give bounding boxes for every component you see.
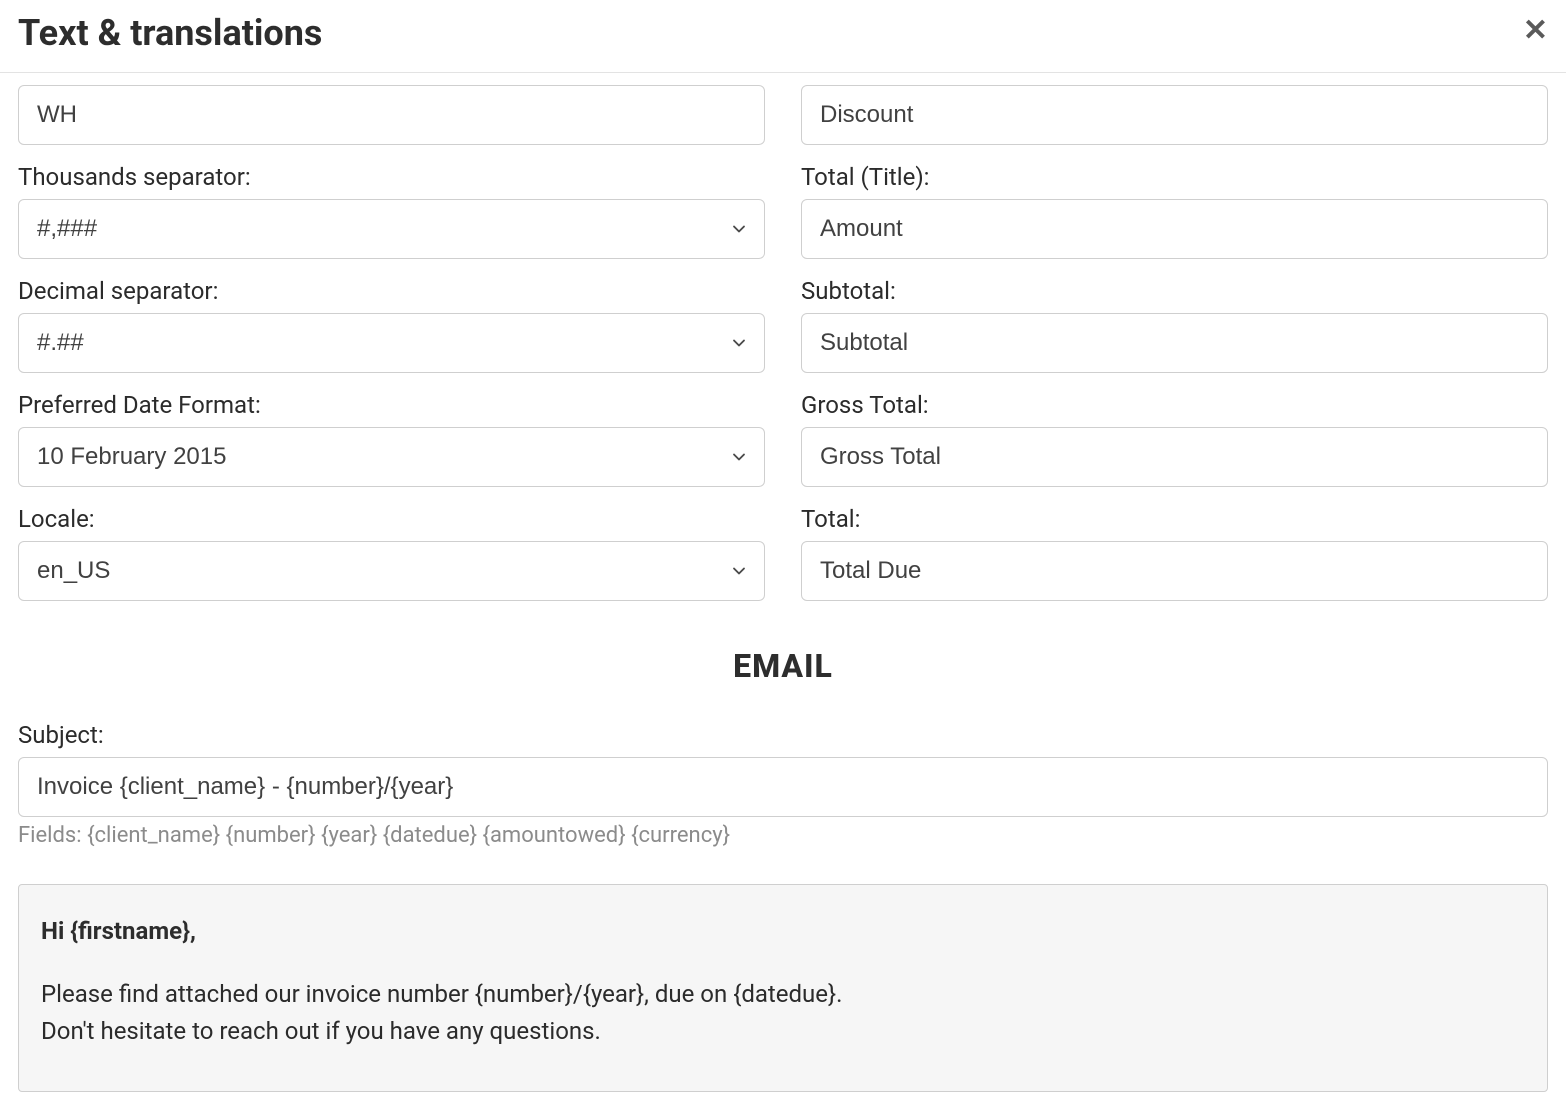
- subtotal-input[interactable]: [801, 313, 1548, 373]
- close-icon[interactable]: ✕: [1523, 12, 1548, 46]
- discount-input[interactable]: [801, 85, 1548, 145]
- subtotal-label: Subtotal:: [801, 277, 1548, 305]
- left-column: Thousands separator: #,### Decimal separ…: [18, 73, 765, 601]
- right-column: Total (Title): Subtotal: Gross Total: To…: [801, 73, 1548, 601]
- decimal-separator-label: Decimal separator:: [18, 277, 765, 305]
- total-title-label: Total (Title):: [801, 163, 1548, 191]
- email-fields-hint: Fields: {client_name} {number} {year} {d…: [18, 823, 1548, 848]
- thousands-separator-select[interactable]: #,###: [18, 199, 765, 259]
- locale-label: Locale:: [18, 505, 765, 533]
- locale-select[interactable]: en_US: [18, 541, 765, 601]
- modal-header: Text & translations ✕: [0, 0, 1566, 73]
- total-label: Total:: [801, 505, 1548, 533]
- email-body-line: Don't hesitate to reach out if you have …: [41, 1013, 1525, 1050]
- total-input[interactable]: [801, 541, 1548, 601]
- email-section-title: EMAIL: [18, 647, 1548, 685]
- text-translations-modal: Text & translations ✕ Thousands separato…: [0, 0, 1566, 1112]
- gross-total-label: Gross Total:: [801, 391, 1548, 419]
- modal-title: Text & translations: [18, 12, 322, 54]
- subject-label: Subject:: [18, 721, 1548, 749]
- date-format-select[interactable]: 10 February 2015: [18, 427, 765, 487]
- date-format-label: Preferred Date Format:: [18, 391, 765, 419]
- total-title-input[interactable]: [801, 199, 1548, 259]
- decimal-separator-select[interactable]: #.##: [18, 313, 765, 373]
- email-subject-input[interactable]: [18, 757, 1548, 817]
- top-row: Thousands separator: #,### Decimal separ…: [18, 73, 1548, 601]
- wh-input[interactable]: [18, 85, 765, 145]
- email-body-line: Please find attached our invoice number …: [41, 976, 1525, 1013]
- thousands-separator-label: Thousands separator:: [18, 163, 765, 191]
- form-body: Thousands separator: #,### Decimal separ…: [0, 73, 1566, 1112]
- email-body-editor[interactable]: Hi {firstname}, Please find attached our…: [18, 884, 1548, 1092]
- email-body-greeting: Hi {firstname},: [41, 913, 1525, 950]
- gross-total-input[interactable]: [801, 427, 1548, 487]
